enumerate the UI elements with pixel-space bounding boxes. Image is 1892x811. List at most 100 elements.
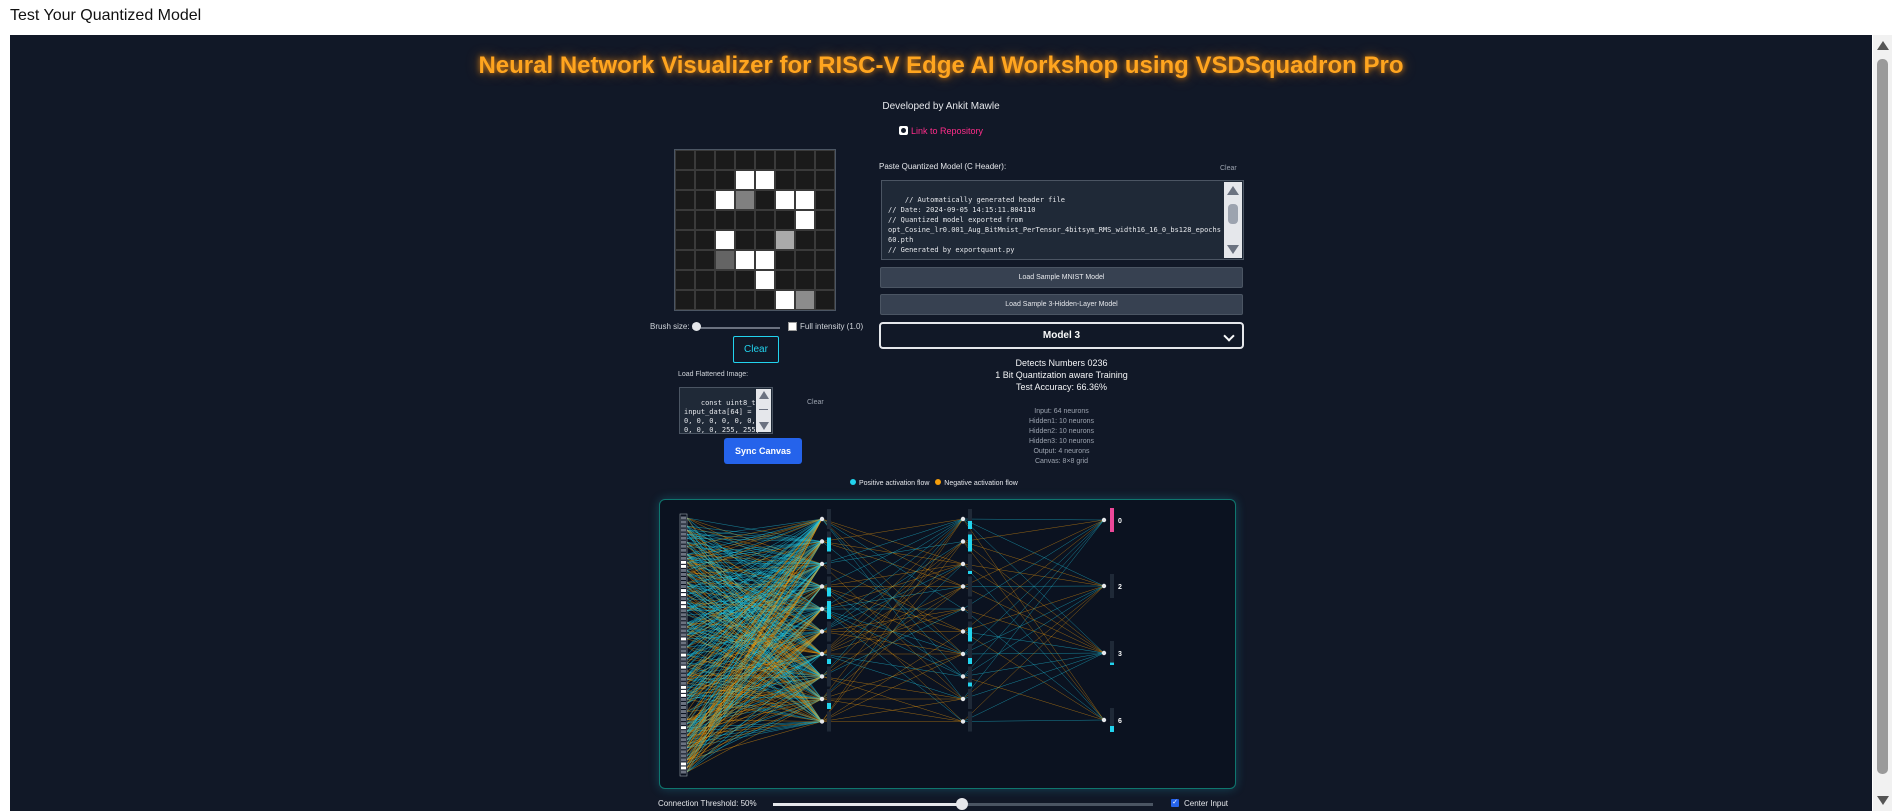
full-intensity-checkbox[interactable] [788, 322, 797, 331]
model-select[interactable]: Model 3 [879, 322, 1244, 349]
load-mnist-model-button[interactable]: Load Sample MNIST Model [880, 267, 1243, 288]
clear-flattened-button[interactable]: Clear [807, 399, 824, 406]
canvas-cell[interactable] [695, 190, 715, 210]
canvas-cell[interactable] [815, 210, 835, 230]
canvas-cell[interactable] [735, 150, 755, 170]
canvas-cell[interactable] [795, 170, 815, 190]
canvas-cell[interactable] [795, 150, 815, 170]
canvas-cell[interactable] [815, 230, 835, 250]
canvas-cell[interactable] [715, 170, 735, 190]
model-accuracy: Test Accuracy: 66.36% [1015, 382, 1108, 392]
canvas-cell[interactable] [795, 290, 815, 310]
canvas-cell[interactable] [695, 210, 715, 230]
canvas-cell[interactable] [695, 250, 715, 270]
canvas-cell[interactable] [755, 290, 775, 310]
input-neuron [681, 520, 686, 524]
input-neuron [681, 754, 686, 758]
canvas-cell[interactable] [675, 170, 695, 190]
threshold-slider-track[interactable] [963, 803, 1153, 806]
threshold-slider[interactable] [773, 803, 963, 806]
sync-canvas-button[interactable]: Sync Canvas [724, 438, 802, 464]
flattened-image-textarea[interactable]: const uint8_t input_data[64] = { 0, 0, 0… [679, 387, 773, 434]
canvas-cell[interactable] [795, 230, 815, 250]
canvas-cell[interactable] [775, 190, 795, 210]
canvas-cell[interactable] [735, 230, 755, 250]
model-header-scrollbar[interactable] [1224, 182, 1242, 258]
canvas-cell[interactable] [735, 170, 755, 190]
canvas-cell[interactable] [795, 270, 815, 290]
arch-hidden2: Hidden2: 10 neurons [1029, 428, 1094, 435]
flattened-scrollbar[interactable] [756, 389, 771, 432]
canvas-cell[interactable] [695, 290, 715, 310]
canvas-cell[interactable] [775, 290, 795, 310]
canvas-cell[interactable] [775, 270, 795, 290]
canvas-cell[interactable] [715, 210, 735, 230]
input-neuron [681, 516, 686, 520]
model-header-textarea[interactable]: // Automatically generated header file /… [881, 180, 1244, 260]
canvas-cell[interactable] [675, 190, 695, 210]
canvas-cell[interactable] [675, 290, 695, 310]
canvas-cell[interactable] [675, 250, 695, 270]
canvas-cell[interactable] [735, 250, 755, 270]
canvas-cell[interactable] [775, 250, 795, 270]
canvas-cell[interactable] [755, 230, 775, 250]
canvas-cell[interactable] [755, 270, 775, 290]
scroll-up-icon[interactable] [1877, 41, 1889, 50]
canvas-cell[interactable] [735, 210, 755, 230]
canvas-cell[interactable] [695, 270, 715, 290]
scrollbar-thumb[interactable] [1877, 59, 1888, 774]
canvas-cell[interactable] [775, 170, 795, 190]
canvas-cell[interactable] [695, 170, 715, 190]
canvas-cell[interactable] [775, 230, 795, 250]
canvas-cell[interactable] [735, 190, 755, 210]
brush-size-slider-knob[interactable] [692, 322, 701, 331]
hidden1-neuron [819, 584, 825, 589]
canvas-cell[interactable] [815, 150, 835, 170]
canvas-cell[interactable] [715, 270, 735, 290]
canvas-cell[interactable] [815, 250, 835, 270]
canvas-cell[interactable] [715, 230, 735, 250]
canvas-cell[interactable] [795, 250, 815, 270]
load-3-hidden-layer-button[interactable]: Load Sample 3-Hidden-Layer Model [880, 294, 1243, 315]
canvas-cell[interactable] [735, 290, 755, 310]
input-neuron [681, 701, 686, 705]
canvas-cell[interactable] [675, 270, 695, 290]
repository-link[interactable]: Link to Repository [10, 126, 1872, 136]
canvas-cell[interactable] [755, 210, 775, 230]
canvas-cell[interactable] [715, 150, 735, 170]
canvas-cell[interactable] [815, 170, 835, 190]
connection-line [821, 586, 964, 700]
canvas-cell[interactable] [735, 270, 755, 290]
clear-model-button[interactable]: Clear [1220, 165, 1237, 172]
clear-canvas-button[interactable]: Clear [733, 336, 779, 363]
canvas-cell[interactable] [695, 150, 715, 170]
canvas-cell[interactable] [755, 190, 775, 210]
canvas-cell[interactable] [715, 190, 735, 210]
canvas-cell[interactable] [815, 190, 835, 210]
canvas-cell[interactable] [715, 250, 735, 270]
canvas-cell[interactable] [715, 290, 735, 310]
threshold-slider-knob[interactable] [956, 798, 968, 810]
canvas-cell[interactable] [755, 250, 775, 270]
canvas-cell[interactable] [695, 230, 715, 250]
page-scrollbar[interactable] [1873, 35, 1892, 811]
canvas-cell[interactable] [755, 170, 775, 190]
canvas-cell[interactable] [815, 270, 835, 290]
hidden2-neuron [960, 584, 966, 589]
canvas-cell[interactable] [755, 150, 775, 170]
canvas-cell[interactable] [675, 210, 695, 230]
center-input-checkbox[interactable]: ✓ [1171, 799, 1179, 807]
canvas-cell[interactable] [675, 150, 695, 170]
canvas-cell[interactable] [775, 210, 795, 230]
canvas-cell[interactable] [675, 230, 695, 250]
brush-size-slider[interactable] [694, 327, 780, 329]
canvas-cell[interactable] [795, 210, 815, 230]
scroll-down-icon[interactable] [1877, 796, 1889, 805]
canvas-cell[interactable] [775, 150, 795, 170]
input-neuron [681, 601, 686, 605]
canvas-cell[interactable] [815, 290, 835, 310]
output-label: 2 [1118, 584, 1122, 591]
canvas-cell[interactable] [795, 190, 815, 210]
network-graph: 0 2 3 6 [679, 508, 1122, 777]
drawing-canvas[interactable] [674, 149, 836, 311]
